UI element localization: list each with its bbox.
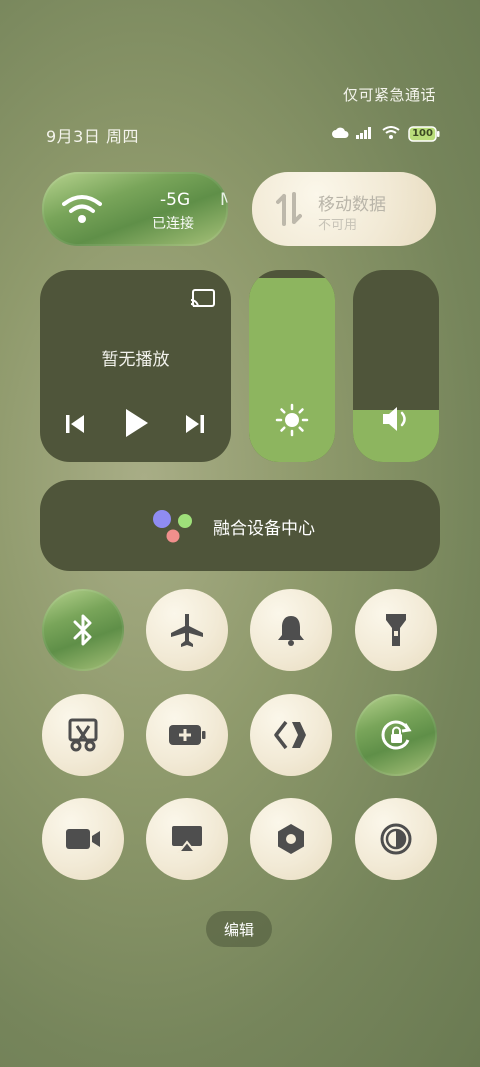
- speaker-icon: [381, 405, 413, 437]
- data-transfer-icon: [276, 192, 302, 230]
- nearby-share-toggle[interactable]: [250, 694, 332, 776]
- next-icon[interactable]: [184, 413, 206, 439]
- ring-mode-toggle[interactable]: [250, 589, 332, 671]
- device-center-button[interactable]: 融合设备中心: [40, 480, 440, 571]
- wifi-network-name-overflow: MIC: [220, 190, 228, 210]
- screen-cast-icon: [170, 824, 204, 854]
- screen-record-toggle[interactable]: [42, 798, 124, 880]
- cloud-icon: [332, 124, 350, 143]
- rotation-lock-toggle[interactable]: [355, 694, 437, 776]
- battery-level-text: 100: [412, 127, 433, 139]
- device-center-label: 融合设备中心: [213, 519, 315, 539]
- previous-icon[interactable]: [64, 413, 86, 439]
- hex-settings-toggle[interactable]: [250, 798, 332, 880]
- battery-saver-toggle[interactable]: [146, 694, 228, 776]
- bell-icon: [276, 613, 306, 647]
- airplane-mode-toggle[interactable]: [146, 589, 228, 671]
- edit-button[interactable]: 编辑: [206, 911, 272, 947]
- scissors-icon: [68, 718, 98, 752]
- play-icon[interactable]: [122, 407, 150, 443]
- media-status: 暂无播放: [101, 350, 170, 370]
- mobile-data-tile[interactable]: 移动数据 不可用: [252, 172, 436, 246]
- screenshot-toggle[interactable]: [42, 694, 124, 776]
- media-player-card[interactable]: 暂无播放: [40, 270, 231, 462]
- screen-cast-toggle[interactable]: [146, 798, 228, 880]
- mobile-data-state: 不可用: [318, 218, 358, 233]
- wifi-icon: [62, 194, 102, 228]
- nearby-share-icon: [274, 720, 308, 750]
- mobile-data-title: 移动数据: [318, 195, 386, 215]
- flashlight-icon: [384, 612, 408, 648]
- bluetooth-toggle[interactable]: [42, 589, 124, 671]
- brightness-slider[interactable]: [249, 270, 335, 462]
- dark-mode-toggle[interactable]: [355, 798, 437, 880]
- flashlight-toggle[interactable]: [355, 589, 437, 671]
- wifi-network-name: -5G: [160, 190, 191, 210]
- volume-slider[interactable]: [353, 270, 439, 462]
- date-text: 9月3日 周四: [46, 127, 139, 146]
- status-icons: 100: [332, 124, 440, 143]
- cast-icon[interactable]: [190, 288, 216, 314]
- signal-icon: [356, 124, 372, 143]
- device-center-icon: [152, 508, 194, 548]
- hexagon-icon: [275, 822, 307, 856]
- emergency-call-text: 仅可紧急通话: [343, 86, 437, 104]
- battery-plus-icon: [167, 723, 207, 747]
- wifi-tile[interactable]: -5G MIC 已连接: [42, 172, 228, 246]
- contrast-icon: [379, 822, 413, 856]
- bluetooth-icon: [70, 613, 96, 647]
- airplane-icon: [169, 612, 205, 648]
- battery-icon: 100: [408, 125, 440, 142]
- rotation-lock-icon: [379, 718, 413, 752]
- wifi-status-icon: [382, 124, 400, 143]
- sun-icon: [275, 403, 309, 441]
- video-camera-icon: [64, 827, 102, 851]
- wifi-state: 已连接: [152, 216, 194, 232]
